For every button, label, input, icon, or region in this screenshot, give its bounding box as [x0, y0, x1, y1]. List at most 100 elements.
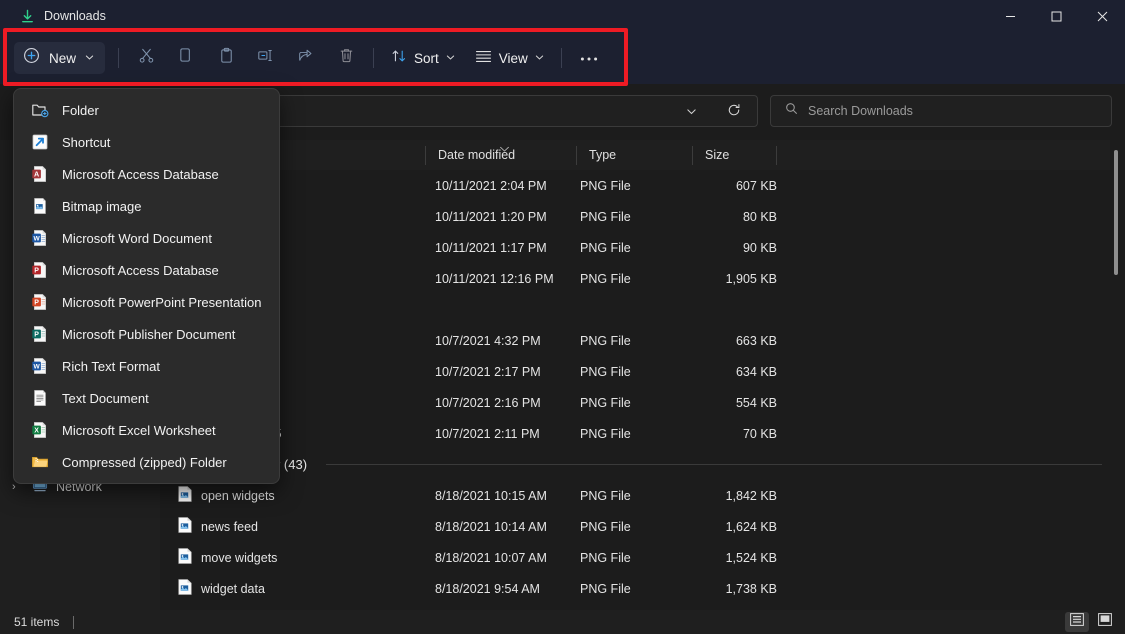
view-toggle-group: [1065, 612, 1117, 632]
cell-date-modified: 8/18/2021 9:54 AM: [435, 582, 580, 596]
new-menu-item[interactable]: XMicrosoft Excel Worksheet: [14, 414, 279, 446]
table-row[interactable]: move widgets8/18/2021 10:07 AMPNG File1,…: [160, 542, 1110, 573]
status-bar: 51 items: [0, 610, 1125, 634]
tiles-view-button[interactable]: [1093, 612, 1117, 632]
refresh-icon[interactable]: [727, 103, 741, 122]
cell-date-modified: 8/18/2021 10:14 AM: [435, 520, 580, 534]
cell-date-modified: 10/7/2021 4:32 PM: [435, 334, 580, 348]
group-header[interactable]: Earlier this year (43): [160, 449, 1110, 480]
cell-size: 1,738 KB: [692, 582, 777, 596]
cell-name: open widgets: [160, 486, 435, 505]
cell-size: 554 KB: [692, 396, 777, 410]
cell-size: 90 KB: [692, 241, 777, 255]
chevron-down-icon: [446, 49, 455, 67]
item-count-label: 51 items: [0, 615, 59, 629]
maximize-button[interactable]: [1033, 0, 1079, 32]
vertical-scrollbar[interactable]: [1111, 142, 1121, 610]
cell-size: 1,905 KB: [692, 272, 777, 286]
new-menu-item-label: Microsoft Publisher Document: [62, 327, 235, 342]
cell-type: PNG File: [580, 241, 692, 255]
trash-icon: [338, 47, 355, 69]
title-bar: Downloads: [0, 0, 1125, 32]
new-context-menu: Folder Shortcut AMicrosoft Access Database…: [13, 88, 280, 484]
view-button[interactable]: View: [465, 42, 554, 74]
new-menu-item[interactable]: Bitmap image: [14, 190, 279, 222]
new-menu-item[interactable]: PMicrosoft Publisher Document: [14, 318, 279, 350]
new-menu-item[interactable]: Shortcut: [14, 126, 279, 158]
new-menu-item[interactable]: AMicrosoft Access Database: [14, 158, 279, 190]
new-menu-item[interactable]: PMicrosoft PowerPoint Presentation: [14, 286, 279, 318]
svg-text:W: W: [33, 364, 40, 371]
column-divider-2[interactable]: [576, 146, 577, 165]
new-menu-item[interactable]: PMicrosoft Access Database: [14, 254, 279, 286]
cell-type: PNG File: [580, 582, 692, 596]
address-chevron-down-icon[interactable]: [686, 104, 697, 122]
column-header-type[interactable]: Type: [579, 140, 616, 170]
new-menu-item-label: Compressed (zipped) Folder: [62, 455, 227, 470]
table-row[interactable]: widget data8/18/2021 9:54 AMPNG File1,73…: [160, 573, 1110, 604]
scrollbar-thumb[interactable]: [1114, 150, 1118, 275]
column-header-size[interactable]: Size: [695, 140, 729, 170]
cell-date-modified: 10/11/2021 1:17 PM: [435, 241, 580, 255]
sort-arrows-icon: [391, 48, 407, 69]
minimize-button[interactable]: [987, 0, 1033, 32]
tiles-view-icon: [1098, 613, 1112, 631]
table-row[interactable]: 10/11/2021 1:17 PMPNG File90 KB: [160, 232, 1110, 263]
column-divider-3[interactable]: [692, 146, 693, 165]
window-controls: [987, 0, 1125, 32]
table-row[interactable]: open widgets8/18/2021 10:15 AMPNG File1,…: [160, 480, 1110, 511]
cell-size: 634 KB: [692, 365, 777, 379]
table-row[interactable]: news feed8/18/2021 10:14 AMPNG File1,624…: [160, 511, 1110, 542]
powerpoint-red-icon: P: [31, 261, 49, 279]
paste-button[interactable]: [206, 42, 246, 74]
png-file-icon: [178, 579, 192, 598]
plus-circle-icon: [23, 47, 40, 69]
new-menu-item[interactable]: WRich Text Format: [14, 350, 279, 382]
table-row[interactable]: 10/11/2021 2:04 PMPNG File607 KB: [160, 170, 1110, 201]
svg-text:X: X: [34, 428, 39, 435]
table-row[interactable]: 10/7/2021 2:17 PMPNG File634 KB: [160, 356, 1110, 387]
details-view-button[interactable]: [1065, 612, 1089, 632]
rename-button[interactable]: [246, 42, 286, 74]
file-explorer-window: Downloads: [0, 0, 1125, 634]
close-button[interactable]: [1079, 0, 1125, 32]
file-name-label: move widgets: [201, 551, 277, 565]
cut-button[interactable]: [126, 42, 166, 74]
tab-downloads[interactable]: Downloads: [0, 0, 122, 32]
table-row[interactable]: -10-07 14113510/7/2021 2:11 PMPNG File70…: [160, 418, 1110, 449]
new-button-label: New: [49, 51, 76, 66]
table-row[interactable]: 10/11/2021 1:20 PMPNG File80 KB: [160, 201, 1110, 232]
new-menu-item[interactable]: WMicrosoft Word Document: [14, 222, 279, 254]
cell-size: 1,624 KB: [692, 520, 777, 534]
bitmap-icon: [31, 197, 49, 215]
search-box[interactable]: Search Downloads: [770, 95, 1112, 127]
new-menu-item[interactable]: Compressed (zipped) Folder: [14, 446, 279, 478]
new-button[interactable]: New: [14, 42, 105, 74]
clipboard-icon: [218, 47, 235, 69]
toolbar-divider: [118, 48, 119, 68]
cell-size: 663 KB: [692, 334, 777, 348]
table-row[interactable]: 10/7/2021 4:32 PMPNG File663 KB: [160, 325, 1110, 356]
sort-button[interactable]: Sort: [381, 42, 465, 74]
column-divider-1[interactable]: [425, 146, 426, 165]
share-button[interactable]: [286, 42, 326, 74]
table-row[interactable]: 10/7/2021 2:16 PMPNG File554 KB: [160, 387, 1110, 418]
cell-date-modified: 10/11/2021 12:16 PM: [435, 272, 580, 286]
cell-size: 80 KB: [692, 210, 777, 224]
cell-size: 1,524 KB: [692, 551, 777, 565]
delete-button[interactable]: [326, 42, 366, 74]
new-menu-item-label: Shortcut: [62, 135, 110, 150]
copy-button[interactable]: [166, 42, 206, 74]
cell-name: move widgets: [160, 548, 435, 567]
cell-date-modified: 10/7/2021 2:16 PM: [435, 396, 580, 410]
view-button-label: View: [499, 51, 528, 66]
new-menu-item[interactable]: Folder: [14, 94, 279, 126]
word-icon: W: [31, 229, 49, 247]
new-menu-item[interactable]: Text Document: [14, 382, 279, 414]
cell-type: PNG File: [580, 520, 692, 534]
column-divider-4[interactable]: [776, 146, 777, 165]
table-row[interactable]: outs10/11/2021 12:16 PMPNG File1,905 KB: [160, 263, 1110, 294]
see-more-button[interactable]: [569, 42, 609, 74]
word-icon: W: [31, 357, 49, 375]
new-folder-icon: [31, 101, 49, 119]
